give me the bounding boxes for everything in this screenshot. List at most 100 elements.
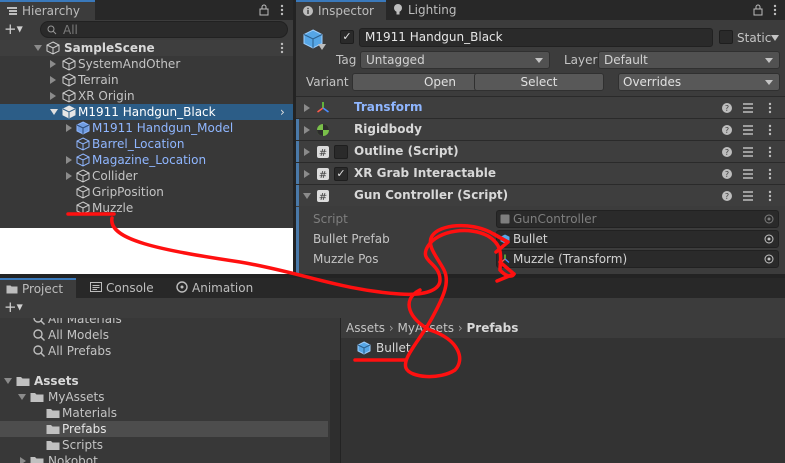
expand-arrow-icon[interactable] bbox=[66, 156, 72, 164]
expand-arrow-icon[interactable] bbox=[34, 45, 42, 51]
tree-item-scripts[interactable]: Scripts bbox=[0, 437, 328, 453]
more-options-icon[interactable] bbox=[769, 4, 781, 16]
tree-item-nokobot[interactable]: Nokobot bbox=[0, 453, 328, 463]
hierarchy-item[interactable]: Muzzle bbox=[0, 200, 293, 216]
hierarchy-item[interactable]: Terrain bbox=[0, 72, 293, 88]
component-title: Gun Controller (Script) bbox=[354, 188, 509, 202]
tree-item-label: Nokobot bbox=[48, 454, 98, 463]
gameobject-icon bbox=[76, 185, 90, 199]
expand-arrow-icon[interactable] bbox=[303, 193, 311, 199]
expand-arrow-icon[interactable] bbox=[50, 76, 56, 84]
tab-hierarchy[interactable]: Hierarchy bbox=[0, 0, 95, 20]
hierarchy-item[interactable]: GripPosition bbox=[0, 184, 293, 200]
more-options-icon[interactable] bbox=[276, 4, 288, 16]
muzzle-pos-field[interactable]: Muzzle (Transform) bbox=[496, 250, 779, 268]
component-tools-icon[interactable]: ? bbox=[721, 101, 775, 115]
white-gap bbox=[0, 228, 293, 274]
chevron-right-icon[interactable]: › bbox=[280, 104, 285, 120]
component-tools-icon[interactable]: ? bbox=[721, 123, 775, 137]
component-enabled-checkbox[interactable] bbox=[334, 145, 348, 159]
layer-dropdown[interactable]: Default bbox=[598, 51, 780, 69]
svg-text:?: ? bbox=[725, 126, 729, 135]
tab-console[interactable]: Console bbox=[84, 278, 166, 298]
favorite-label: All Models bbox=[48, 328, 109, 342]
tab-lighting-label: Lighting bbox=[408, 3, 457, 17]
tag-dropdown[interactable]: Untagged bbox=[360, 51, 550, 69]
expand-arrow-icon[interactable] bbox=[50, 92, 56, 100]
expand-arrow-icon[interactable] bbox=[304, 170, 310, 178]
component-tools-icon[interactable]: ? bbox=[721, 145, 775, 159]
hierarchy-item[interactable]: M1911 Handgun_Model bbox=[0, 120, 293, 136]
tree-scrollbar[interactable] bbox=[330, 360, 340, 463]
component-header-rigidbody[interactable]: Rigidbody ? bbox=[296, 118, 785, 140]
overrides-dropdown[interactable]: Overrides bbox=[618, 73, 780, 91]
expand-arrow-icon[interactable] bbox=[66, 172, 72, 180]
hierarchy-item[interactable]: Collider bbox=[0, 168, 293, 184]
tree-item-materials[interactable]: Materials bbox=[0, 405, 328, 421]
horizontal-divider[interactable] bbox=[0, 274, 785, 278]
component-header-outline[interactable]: # Outline (Script) ? bbox=[296, 140, 785, 162]
hierarchy-item[interactable]: Barrel_Location bbox=[0, 136, 293, 152]
script-icon: # bbox=[317, 168, 329, 181]
scene-menu-icon[interactable] bbox=[276, 42, 288, 54]
expand-arrow-icon[interactable] bbox=[18, 394, 26, 400]
component-tools-icon[interactable]: ? bbox=[721, 189, 775, 203]
favorite-item[interactable]: All Models bbox=[0, 327, 328, 343]
vertical-divider[interactable] bbox=[293, 0, 296, 278]
hierarchy-item-label: Terrain bbox=[78, 73, 119, 87]
asset-item-bullet[interactable]: Bullet bbox=[357, 340, 477, 356]
component-enabled-checkbox[interactable]: ✓ bbox=[334, 167, 348, 181]
expand-arrow-icon[interactable] bbox=[4, 378, 12, 384]
bullet-prefab-field[interactable]: Bullet bbox=[496, 230, 779, 248]
tree-item-myassets[interactable]: MyAssets bbox=[0, 389, 328, 405]
expand-arrow-icon[interactable] bbox=[304, 126, 310, 134]
hierarchy-item-label: M1911 Handgun_Black bbox=[78, 105, 216, 119]
object-name-field[interactable]: M1911 Handgun_Black bbox=[359, 28, 713, 47]
favorite-label: All Prefabs bbox=[48, 344, 112, 358]
component-header-transform[interactable]: Transform ? bbox=[296, 96, 785, 118]
small-chevron-icon[interactable] bbox=[318, 44, 326, 50]
tree-item-prefabs-selected[interactable]: Prefabs bbox=[0, 421, 328, 437]
hierarchy-item[interactable]: Magazine_Location bbox=[0, 152, 293, 168]
expand-arrow-icon[interactable] bbox=[66, 124, 72, 132]
expand-arrow-icon[interactable] bbox=[50, 60, 56, 68]
object-picker-icon[interactable] bbox=[764, 254, 774, 264]
tab-animation[interactable]: Animation bbox=[170, 278, 265, 298]
tab-lighting[interactable]: Lighting bbox=[386, 0, 466, 20]
lock-icon[interactable] bbox=[258, 4, 270, 16]
script-field: GunController bbox=[496, 210, 779, 228]
object-picker-icon[interactable] bbox=[764, 234, 774, 244]
tab-project[interactable]: Project bbox=[0, 278, 76, 298]
scene-row[interactable]: SampleScene bbox=[0, 40, 293, 56]
hierarchy-item[interactable]: SystemAndOther bbox=[0, 56, 293, 72]
gameobject-icon bbox=[62, 73, 76, 87]
breadcrumb-item[interactable]: MyAssets bbox=[398, 321, 455, 335]
tab-inspector[interactable]: Inspector bbox=[296, 0, 386, 20]
expand-arrow-icon[interactable] bbox=[20, 457, 26, 463]
select-button[interactable]: Select bbox=[474, 73, 604, 91]
component-title: XR Grab Interactable bbox=[354, 166, 496, 180]
breadcrumb-item[interactable]: Assets bbox=[346, 321, 385, 335]
static-checkbox[interactable] bbox=[719, 30, 733, 44]
expand-arrow-icon[interactable] bbox=[50, 109, 58, 115]
component-header-gun-controller[interactable]: # Gun Controller (Script) ? bbox=[296, 184, 785, 206]
breadcrumb-item[interactable]: Prefabs bbox=[466, 321, 518, 335]
search-field[interactable]: All bbox=[40, 21, 288, 38]
component-header-xr-grab[interactable]: # ✓ XR Grab Interactable ? bbox=[296, 162, 785, 184]
expand-arrow-icon[interactable] bbox=[304, 104, 310, 112]
add-button[interactable]: +▼ bbox=[4, 22, 32, 38]
hierarchy-item[interactable]: XR Origin bbox=[0, 88, 293, 104]
script-file-icon bbox=[500, 214, 510, 224]
favorite-item[interactable]: All Prefabs bbox=[0, 343, 328, 359]
tree-item-assets[interactable]: Assets bbox=[0, 373, 328, 389]
search-icon bbox=[33, 345, 45, 357]
layer-label: Layer bbox=[564, 53, 598, 67]
favorite-item[interactable]: All Materials bbox=[0, 318, 328, 327]
expand-arrow-icon[interactable] bbox=[304, 148, 310, 156]
add-button[interactable]: +▼ bbox=[4, 300, 32, 316]
component-tools-icon[interactable]: ? bbox=[721, 167, 775, 181]
lock-icon[interactable] bbox=[752, 4, 764, 16]
hierarchy-item-selected[interactable]: M1911 Handgun_Black › bbox=[0, 104, 293, 120]
static-dropdown-icon[interactable] bbox=[771, 35, 779, 41]
active-checkbox[interactable]: ✓ bbox=[340, 30, 354, 44]
